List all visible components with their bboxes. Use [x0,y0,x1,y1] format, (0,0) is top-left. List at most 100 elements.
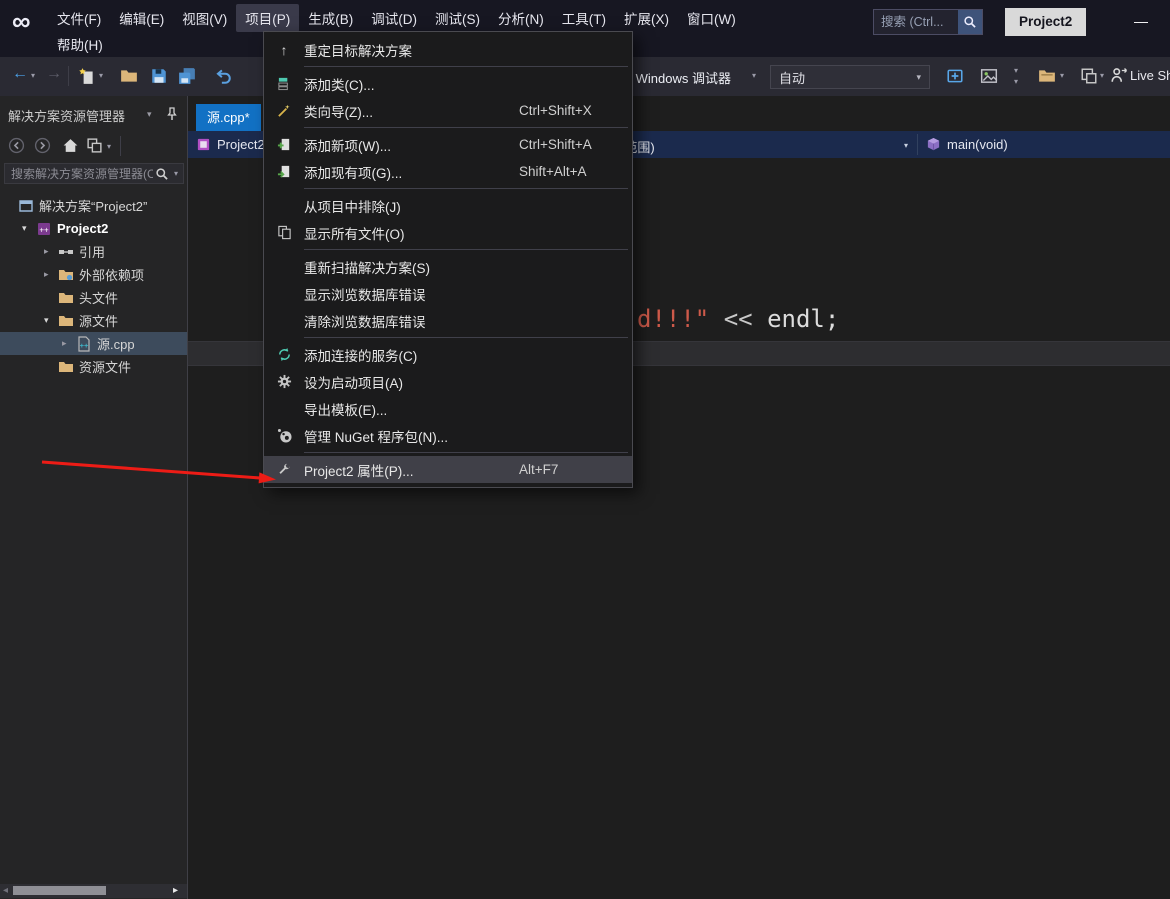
menu-view[interactable]: 视图(V) [173,4,236,32]
toolbar-separator [68,66,69,86]
layers-icon[interactable] [1080,67,1098,85]
vs-logo-icon: ∞ [12,6,31,37]
menu-item-add-existing-item[interactable]: 添加现有项(G)... Shift+Alt+A [264,158,632,185]
expander-expanded-icon[interactable]: ▾ [22,223,36,234]
menu-item-add-class[interactable]: 添加类(C)... [264,70,632,97]
menu-item-add-new-item[interactable]: 添加新项(W)... Ctrl+Shift+A [264,131,632,158]
switch-views-icon[interactable] [86,137,103,154]
live-share-button[interactable]: Live Share [1130,68,1170,83]
class-wizard-icon [272,103,296,118]
menu-build[interactable]: 生成(B) [299,4,362,32]
solution-search-box[interactable]: ▾ [4,163,184,184]
menu-item-retarget-solution[interactable]: ↑ 重定目标解决方案 [264,36,632,63]
tab-source-cpp[interactable]: 源.cpp* [196,104,261,131]
scroll-right-icon[interactable]: ▸ [173,885,178,896]
solution-tree: 解决方案“Project2” ▾ ++ Project2 ▸ 引用 ▸ [0,194,187,378]
menu-file[interactable]: 文件(F) [48,4,110,32]
tree-item-source-files[interactable]: ▾ 源文件 [0,309,187,332]
navigate-back-chevron-icon[interactable]: ▾ [31,72,35,80]
quick-launch-search[interactable] [873,9,983,35]
chevron-down-icon[interactable]: ▾ [904,141,908,150]
tree-item-project2[interactable]: ▾ ++ Project2 [0,217,187,240]
toolbar-overflow-chevron-icon[interactable]: ▾ [1014,78,1018,86]
tree-item-external-dependencies[interactable]: ▸ 外部依赖项 [0,263,187,286]
menu-item-project-properties[interactable]: Project2 属性(P)... Alt+F7 [264,456,632,483]
cpp-file-icon: ++ [76,336,92,352]
expander-collapsed-icon[interactable]: ▸ [44,246,58,257]
save-all-icon[interactable] [178,67,196,85]
menu-item-class-wizard[interactable]: 类向导(Z)... Ctrl+Shift+X [264,97,632,124]
menu-tools[interactable]: 工具(T) [553,4,615,32]
menu-item-show-browse-db-errors[interactable]: 显示浏览数据库错误 [264,280,632,307]
save-icon[interactable] [150,67,168,85]
open-recent-folder-icon[interactable] [1038,67,1056,85]
new-project-icon[interactable] [78,67,96,85]
live-share-icon[interactable] [1110,66,1128,84]
toolbar-overflow-chevron-icon[interactable]: ▾ [1014,67,1018,75]
tree-item-header-files[interactable]: 头文件 [0,286,187,309]
expander-collapsed-icon[interactable]: ▸ [44,269,58,280]
navigate-forward-button[interactable]: → [46,66,62,82]
nav-project-icon [196,137,211,152]
search-icon[interactable] [958,10,982,34]
project-badge[interactable]: Project2 [1005,8,1086,36]
debug-target-chevron-icon[interactable]: ▾ [752,72,756,80]
scroll-left-icon[interactable]: ◂ [3,885,8,896]
menu-item-show-all-files[interactable]: 显示所有文件(O) [264,219,632,246]
menu-item-add-connected-service[interactable]: 添加连接的服务(C) [264,341,632,368]
menu-test[interactable]: 测试(S) [426,4,489,32]
screenshot-icon[interactable] [980,67,998,85]
tree-item-references[interactable]: ▸ 引用 [0,240,187,263]
configuration-combo[interactable]: 自动 ▾ [770,65,930,89]
arrow-up-icon: ↑ [272,42,296,58]
chevron-down-icon[interactable]: ▾ [1100,72,1104,80]
chevron-down-icon[interactable]: ▾ [1060,72,1064,80]
project-dropdown-menu: ↑ 重定目标解决方案 添加类(C)... 类向导(Z)... C [263,31,633,488]
svg-text:++: ++ [80,341,89,350]
code-operator-token: << [724,305,753,333]
menu-analyze[interactable]: 分析(N) [489,4,553,32]
menu-item-manage-nuget-packages[interactable]: 管理 NuGet 程序包(N)... [264,422,632,449]
code-string-token: d!!!" [637,305,709,333]
tree-item-source-cpp[interactable]: ▸ ++ 源.cpp [0,332,187,355]
solution-search-input[interactable] [5,167,155,181]
explorer-back-icon[interactable] [8,137,25,154]
menu-item-export-template[interactable]: 导出模板(E)... [264,395,632,422]
panel-chevron-icon[interactable]: ▾ [147,109,152,120]
quick-launch-input[interactable] [874,15,958,29]
horizontal-scrollbar[interactable]: ◂ ▸ [0,884,187,898]
menubar-row1: 文件(F) 编辑(E) 视图(V) 项目(P) 生成(B) 调试(D) 测试(S… [48,5,745,31]
menu-item-exclude-from-project[interactable]: 从项目中排除(J) [264,192,632,219]
scrollbar-thumb[interactable] [13,886,106,895]
expander-collapsed-icon[interactable]: ▸ [62,338,76,349]
menu-edit[interactable]: 编辑(E) [110,4,173,32]
solution-icon [18,198,34,214]
menu-item-set-as-startup-project[interactable]: 设为启动项目(A) [264,368,632,395]
expander-expanded-icon[interactable]: ▾ [44,315,58,326]
pin-icon[interactable] [164,106,180,122]
menu-item-rescan-solution[interactable]: 重新扫描解决方案(S) [264,253,632,280]
folder-icon [58,313,74,329]
new-project-chevron-icon[interactable]: ▾ [99,72,103,80]
explorer-forward-icon[interactable] [34,137,51,154]
cpp-project-icon: ++ [36,221,52,237]
tree-item-resource-files[interactable]: 资源文件 [0,355,187,378]
minimize-button[interactable]: — [1122,8,1160,36]
code-line[interactable]: d!!!" << endl; [637,306,839,332]
home-icon[interactable] [62,137,79,154]
menu-window[interactable]: 窗口(W) [678,4,745,32]
menu-project[interactable]: 项目(P) [236,4,299,32]
menu-item-clear-browse-db-errors[interactable]: 清除浏览数据库错误 [264,307,632,334]
menu-help[interactable]: 帮助(H) [48,30,112,58]
chevron-down-icon[interactable]: ▾ [169,169,183,178]
chevron-down-icon[interactable]: ▾ [107,142,111,151]
tree-item-solution[interactable]: 解决方案“Project2” [0,194,187,217]
menu-extensions[interactable]: 扩展(X) [615,4,678,32]
undo-icon[interactable] [214,67,232,85]
menu-debug[interactable]: 调试(D) [362,4,426,32]
nav-member-dropdown[interactable]: main(void) [947,137,1008,152]
toolbar-extra-icon-1[interactable] [946,67,964,85]
nav-project-dropdown[interactable]: Project2 [217,137,265,152]
open-folder-icon[interactable] [120,67,138,85]
navigate-back-button[interactable]: ← [12,66,28,82]
